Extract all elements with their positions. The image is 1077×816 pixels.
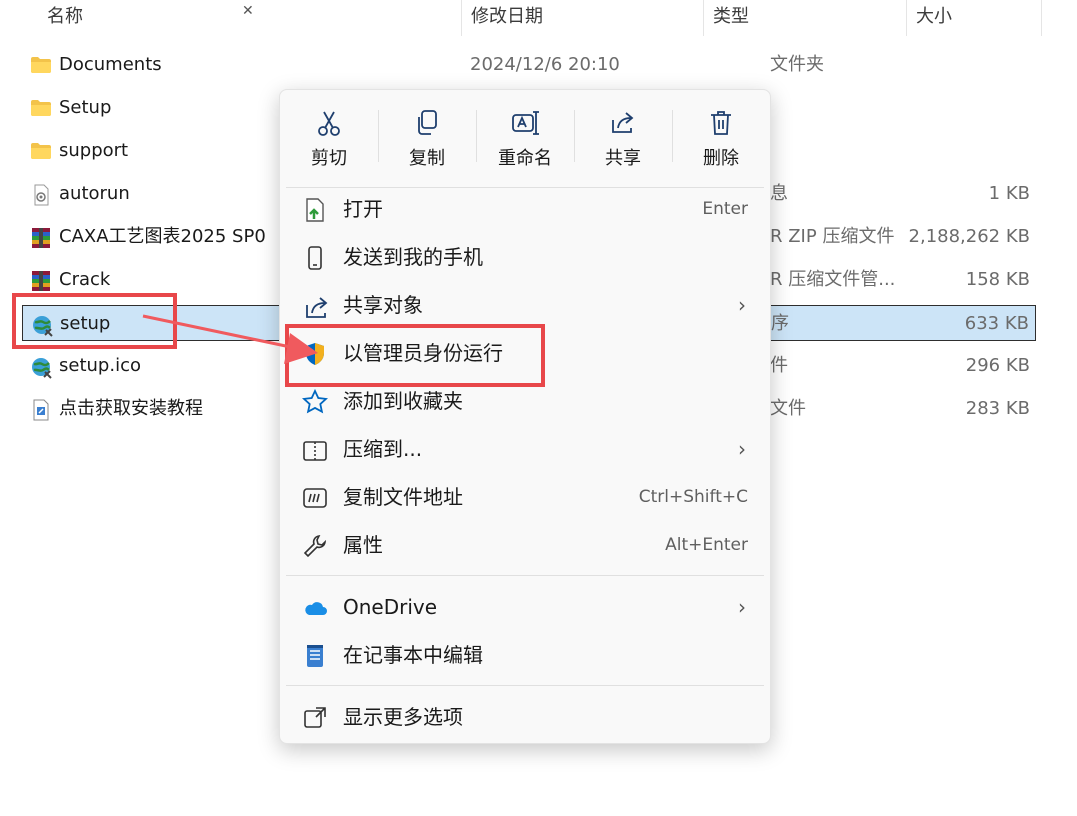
annotation-arrow bbox=[142, 314, 318, 364]
